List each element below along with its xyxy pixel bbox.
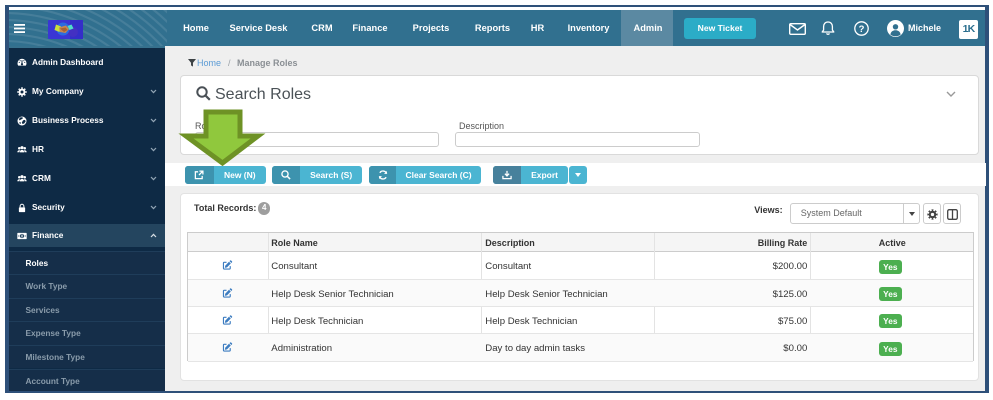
svg-text:?: ? <box>859 23 865 34</box>
